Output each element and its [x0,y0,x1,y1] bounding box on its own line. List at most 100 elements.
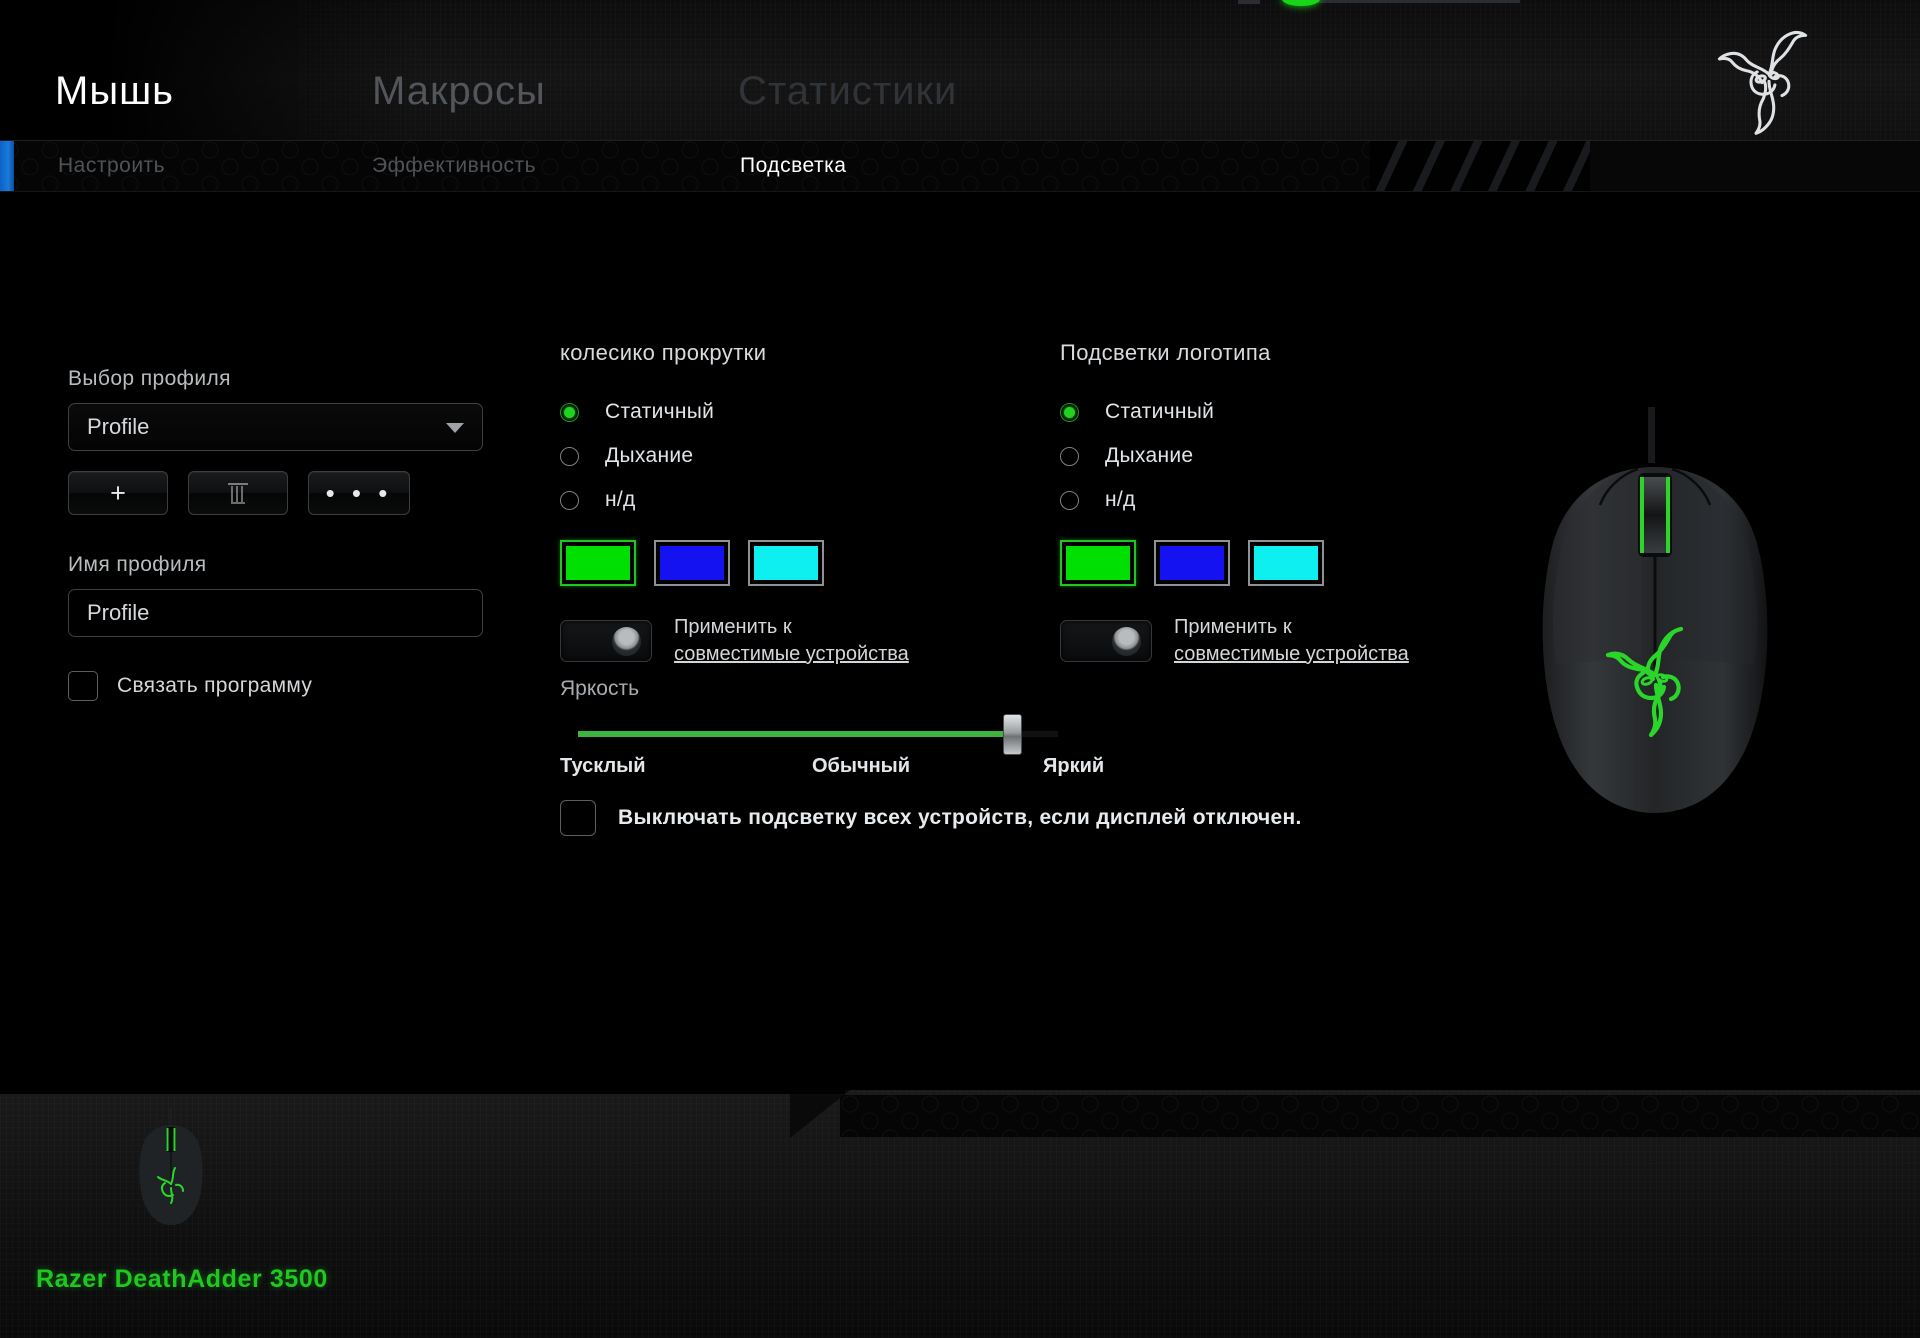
delete-profile-button[interactable] [188,471,288,515]
option-label: Дыхание [1105,444,1194,467]
compatible-devices-link[interactable]: совместимые устройства [674,641,909,668]
logo-option-na[interactable]: н/д [1060,478,1409,522]
logo-lighting-title: Подсветки логотипа [1060,340,1271,365]
scroll-wheel-title: колесико прокрутки [560,340,767,365]
scroll-wheel-option-breathing[interactable]: Дыхание [560,434,909,478]
radio-icon-selected[interactable] [560,402,579,422]
tick-bright: Яркий [1043,755,1105,777]
apply-to-label: Применить к [674,616,792,638]
app-header: Мышь Макросы Статистики [0,0,1920,140]
more-options-button[interactable]: • • • [308,471,410,515]
color-swatch-cyan[interactable] [1248,540,1324,586]
compatible-devices-link[interactable]: совместимые устройства [1174,641,1409,668]
scroll-wheel-apply-row: Применить к совместимые устройства [560,614,909,668]
stripe-decoration [1370,141,1590,191]
option-label: н/д [605,488,636,511]
display-off-checkbox[interactable] [560,800,596,836]
swatch-fill [1160,546,1224,580]
slider-handle[interactable] [1003,714,1022,755]
tick-normal: Обычный [812,755,911,777]
ellipsis-icon: • • • [325,478,393,508]
option-label: Статичный [605,400,715,423]
tick-dim: Тусклый [560,755,646,777]
brightness-slider[interactable] [578,714,1058,755]
profile-name-input[interactable]: Profile [68,589,483,637]
footer-top-edge [0,1090,845,1094]
toggle-knob[interactable] [612,627,641,656]
scroll-wheel-option-static[interactable]: Статичный [560,390,909,434]
profile-name-value: Profile [87,600,150,625]
sub-tab-configure[interactable]: Настроить [58,154,165,178]
swatch-fill [1254,546,1318,580]
brightness-section: Яркость Тусклый Обычный Яркий [560,677,1160,781]
scroll-wheel-option-na[interactable]: н/д [560,478,909,522]
add-profile-button[interactable]: + [68,471,168,515]
titlebar-divider [1310,0,1520,3]
main-tab-bar: Мышь Макросы Статистики [0,0,1300,140]
profile-name-label: Имя профиля [68,553,207,576]
sub-tab-lighting[interactable]: Подсветка [740,154,846,178]
link-program-label: Связать программу [117,674,313,697]
radio-icon[interactable] [560,446,579,466]
apply-to-toggle[interactable] [1060,620,1152,662]
radio-icon[interactable] [1060,490,1079,510]
link-program-checkbox[interactable] [68,671,98,701]
swatch-fill [1066,546,1130,580]
content-area: Выбор профиля Profile + • • • Имя профил… [0,192,1920,1251]
razer-synapse-window: Мышь Макросы Статистики Настроить Эффект… [0,0,1920,1338]
color-swatch-green[interactable] [1060,540,1136,586]
display-off-label: Выключать подсветку всех устройств, если… [618,806,1302,829]
swatch-fill [566,546,630,580]
active-tab-accent [0,141,14,191]
brightness-label: Яркость [560,677,640,700]
radio-icon[interactable] [560,490,579,510]
apply-to-text: Применить к совместимые устройства [1174,614,1409,668]
sub-tab-performance[interactable]: Эффективность [372,154,536,178]
brightness-tick-labels: Тусклый Обычный Яркий [560,755,1104,781]
scroll-wheel-color-swatches [560,540,909,586]
logo-apply-row: Применить к совместимые устройства [1060,614,1409,668]
profile-select-value: Profile [87,414,150,439]
footer-notch [790,1090,850,1138]
color-swatch-cyan[interactable] [748,540,824,586]
display-off-row[interactable]: Выключать подсветку всех устройств, если… [560,800,1302,836]
profile-select-label: Выбор профиля [68,367,231,390]
razer-logo [1704,20,1834,138]
device-footer-bar: Razer DeathAdder 3500 [0,1090,1920,1338]
option-label: н/д [1105,488,1136,511]
footer-hex-strip [840,1095,1920,1137]
device-thumbnail[interactable] [128,1108,214,1228]
profile-panel: Выбор профиля Profile + • • • Имя профил… [68,367,488,701]
apply-to-text: Применить к совместимые устройства [674,614,909,668]
radio-icon-selected[interactable] [1060,402,1079,422]
option-label: Дыхание [605,444,694,467]
toggle-knob[interactable] [1112,627,1141,656]
mouse-product-image [1490,407,1820,837]
apply-to-label: Применить к [1174,616,1292,638]
profile-select[interactable]: Profile [68,403,483,451]
radio-icon[interactable] [1060,446,1079,466]
sub-tab-bar: Настроить Эффективность Подсветка [0,140,1920,192]
logo-lighting-section: Подсветки логотипа Статичный Дыхание н/д [1060,340,1409,668]
main-tab-mouse[interactable]: Мышь [55,69,174,114]
plus-icon: + [110,477,126,508]
profile-button-row: + • • • [68,471,488,515]
slider-fill [578,731,1008,737]
apply-to-toggle[interactable] [560,620,652,662]
swatch-fill [660,546,724,580]
scroll-wheel-section: колесико прокрутки Статичный Дыхание н/д [560,340,909,668]
logo-color-swatches [1060,540,1409,586]
main-tab-macros[interactable]: Макросы [372,69,546,114]
subbar-right-panel [1590,141,1920,191]
main-tab-statistics[interactable]: Статистики [738,69,957,114]
device-name-label: Razer DeathAdder 3500 [36,1265,328,1293]
color-swatch-blue[interactable] [654,540,730,586]
logo-option-breathing[interactable]: Дыхание [1060,434,1409,478]
option-label: Статичный [1105,400,1215,423]
color-swatch-blue[interactable] [1154,540,1230,586]
color-swatch-green[interactable] [560,540,636,586]
link-program-row[interactable]: Связать программу [68,671,488,701]
logo-option-static[interactable]: Статичный [1060,390,1409,434]
chevron-down-icon [446,423,464,433]
trash-icon [228,482,248,504]
